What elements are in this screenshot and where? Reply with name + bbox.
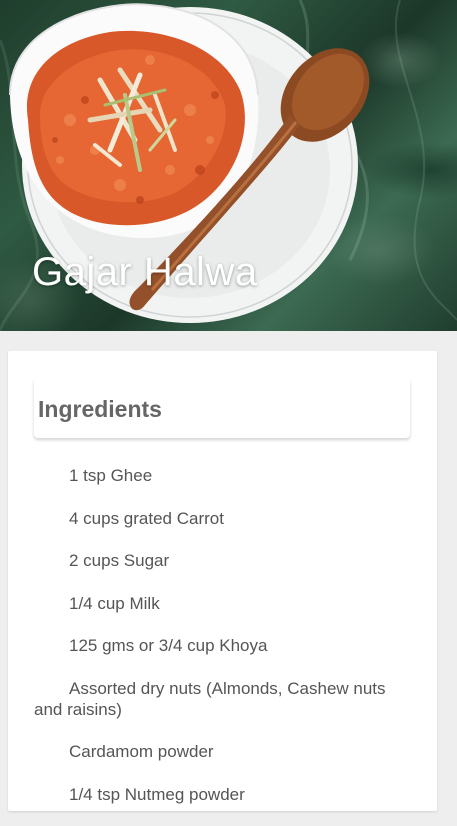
ingredients-heading: Ingredients <box>38 396 162 422</box>
ingredient-item: 1/4 cup Milk <box>69 593 160 613</box>
ingredient-item: 1 tsp Ghee <box>69 466 153 485</box>
ingredient-item: Assorted dry nuts (Almonds, Cashew nuts … <box>34 678 386 719</box>
ingredients-header: Ingredients <box>34 378 410 438</box>
ingredients-card: Ingredients 1 tsp Ghee 4 cups grated Car… <box>8 351 437 811</box>
ingredients-list: 1 tsp Ghee 4 cups grated Carrot 2 cups S… <box>34 465 414 826</box>
recipe-title: Gajar Halwa <box>32 250 258 294</box>
recipe-hero-image: Gajar Halwa <box>0 0 457 331</box>
ingredient-item: 125 gms or 3/4 cup Khoya <box>69 636 268 655</box>
ingredient-item: Cardamom powder <box>69 742 214 761</box>
ingredient-item: 1/4 tsp Nutmeg powder <box>69 784 245 804</box>
ingredient-item: 2 cups Sugar <box>69 551 170 570</box>
ingredient-item: 4 cups grated Carrot <box>69 508 224 528</box>
